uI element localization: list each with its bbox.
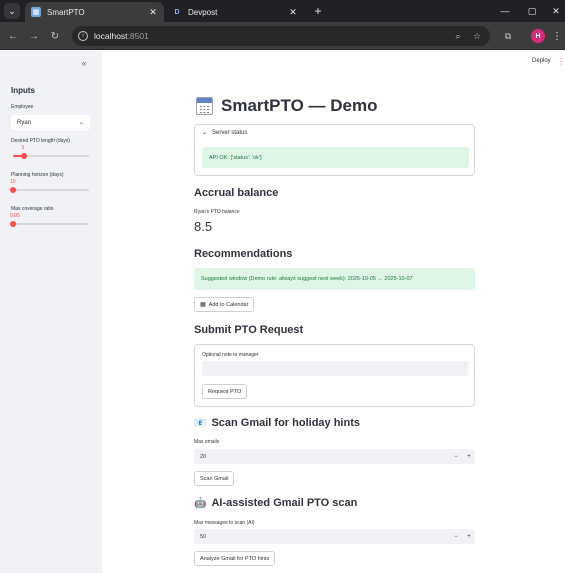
envelope-icon: 📧 bbox=[194, 417, 207, 429]
close-window-button[interactable]: ✕ bbox=[548, 3, 564, 19]
devpost-favicon-icon: D bbox=[174, 8, 180, 16]
scan-gmail-button[interactable]: Scan Gmail bbox=[194, 471, 235, 486]
slider-value: 3 bbox=[21, 145, 25, 151]
browser-toolbar: ← → ↻ i localhost:8501 ⌕ ☆ ⧉ H ⋮ bbox=[0, 22, 565, 50]
server-status-header[interactable]: ⌄ Server status bbox=[202, 129, 248, 137]
server-status-message: API OK: {'status': 'ok'} bbox=[202, 147, 469, 168]
manager-note-input[interactable] bbox=[202, 361, 469, 376]
sidebar-title: Inputs bbox=[11, 86, 35, 95]
calendar-icon: ▦ bbox=[200, 302, 206, 308]
gmail-scan-heading-text: Scan Gmail for holiday hints bbox=[211, 417, 360, 429]
request-pto-label: Request PTO bbox=[208, 388, 242, 395]
ai-scan-heading-text: AI-assisted Gmail PTO scan bbox=[211, 497, 358, 509]
accrual-heading: Accrual balance bbox=[194, 187, 279, 199]
slider-value: 10 bbox=[10, 179, 16, 185]
max-messages-label: Max messages to scan (AI) bbox=[194, 520, 255, 526]
main-content: Deploy ⋮ SmartPTO — Demo ⌄ Server status… bbox=[102, 51, 565, 573]
tab-label: Devpost bbox=[188, 7, 218, 17]
url-port: :8501 bbox=[127, 31, 149, 41]
tab-smartpto[interactable]: ▦ SmartPTO ✕ bbox=[25, 2, 164, 22]
max-emails-input[interactable]: 20 − + bbox=[194, 449, 475, 464]
slider-thumb[interactable] bbox=[10, 221, 16, 227]
deploy-button[interactable]: Deploy bbox=[532, 58, 551, 64]
max-messages-value: 50 bbox=[200, 533, 207, 540]
new-tab-button[interactable]: + bbox=[310, 3, 326, 19]
gmail-scan-heading: 📧 Scan Gmail for holiday hints bbox=[194, 417, 360, 429]
ai-scan-heading: 🤖 AI-assisted Gmail PTO scan bbox=[194, 497, 357, 509]
employee-select-value: Ryan bbox=[17, 119, 32, 126]
recommendation-message: Suggested window (Demo rule: always sugg… bbox=[194, 268, 475, 290]
analyze-gmail-button[interactable]: Analyze Gmail for PTO hints bbox=[194, 551, 276, 566]
page-title-text: SmartPTO — Demo bbox=[221, 96, 378, 115]
extensions-icon[interactable]: ⧉ bbox=[500, 28, 516, 44]
tab-label: SmartPTO bbox=[47, 7, 85, 17]
sidebar: « Inputs Employee Ryan ⌄ Desired PTO len… bbox=[0, 51, 102, 573]
back-arrow-icon[interactable]: ← bbox=[5, 28, 21, 44]
request-pto-button[interactable]: Request PTO bbox=[202, 384, 248, 399]
address-bar[interactable]: i localhost:8501 bbox=[72, 26, 490, 46]
slider-value: 0.05 bbox=[10, 213, 20, 219]
tab-close-icon[interactable]: ✕ bbox=[287, 7, 299, 18]
chevron-down-icon: ⌄ bbox=[202, 130, 208, 136]
max-coverage-label: Max coverage ratio bbox=[11, 206, 54, 212]
employee-label: Employee bbox=[11, 104, 34, 110]
max-emails-label: Max emails bbox=[194, 439, 220, 445]
scan-gmail-label: Scan Gmail bbox=[200, 475, 229, 482]
max-messages-input[interactable]: 50 − + bbox=[194, 529, 475, 544]
reload-icon[interactable]: ↻ bbox=[47, 28, 63, 44]
zoom-icon[interactable]: ⌕ bbox=[450, 28, 466, 44]
slider-track bbox=[13, 223, 89, 225]
browser-tab-bar: ⌄ ▦ SmartPTO ✕ D Devpost ✕ + — ▢ ✕ bbox=[0, 0, 565, 22]
increment-button[interactable]: + bbox=[463, 449, 475, 464]
add-to-calendar-button[interactable]: ▦ Add to Calendar bbox=[194, 297, 255, 312]
browser-menu-icon[interactable]: ⋮ bbox=[552, 28, 562, 44]
decrement-button[interactable]: − bbox=[450, 449, 462, 464]
collapse-sidebar-button[interactable]: « bbox=[78, 58, 90, 68]
max-coverage-slider[interactable]: 0.05 bbox=[10, 213, 89, 228]
profile-avatar[interactable]: H bbox=[531, 29, 545, 43]
calendar-icon bbox=[196, 97, 213, 115]
minimize-window-button[interactable]: — bbox=[497, 3, 513, 19]
pto-balance-value: 8.5 bbox=[194, 219, 213, 234]
calendar-favicon-icon: ▦ bbox=[31, 7, 41, 17]
analyze-gmail-label: Analyze Gmail for PTO hints bbox=[200, 555, 270, 562]
pto-request-form: Optional note to manager Request PTO bbox=[194, 344, 475, 407]
decrement-button[interactable]: − bbox=[450, 529, 462, 544]
planning-horizon-slider[interactable]: 10 bbox=[10, 179, 89, 194]
recommendations-heading: Recommendations bbox=[194, 248, 293, 260]
pto-length-label: Desired PTO length (days) bbox=[11, 138, 71, 144]
app-menu-icon[interactable]: ⋮ bbox=[557, 57, 565, 66]
tab-close-icon[interactable]: ✕ bbox=[147, 7, 159, 18]
page-title: SmartPTO — Demo bbox=[196, 96, 378, 116]
chevron-down-icon: ⌄ bbox=[78, 120, 84, 126]
forward-arrow-icon[interactable]: → bbox=[26, 28, 42, 44]
server-status-label: Server status bbox=[212, 129, 248, 136]
submit-pto-heading: Submit PTO Request bbox=[194, 324, 304, 336]
slider-track bbox=[13, 189, 89, 191]
maximize-window-button[interactable]: ▢ bbox=[524, 3, 540, 19]
planning-horizon-label: Planning horizon (days) bbox=[11, 172, 64, 178]
server-status-expander: ⌄ Server status API OK: {'status': 'ok'} bbox=[194, 124, 475, 176]
bookmark-star-icon[interactable]: ☆ bbox=[469, 28, 485, 44]
employee-select[interactable]: Ryan ⌄ bbox=[11, 115, 90, 130]
pto-length-slider[interactable]: 3 bbox=[13, 145, 89, 160]
site-info-icon[interactable]: i bbox=[78, 31, 88, 41]
add-to-calendar-label: Add to Calendar bbox=[208, 301, 249, 308]
tab-search-button[interactable]: ⌄ bbox=[4, 3, 20, 19]
max-emails-value: 20 bbox=[200, 453, 207, 460]
robot-icon: 🤖 bbox=[194, 497, 207, 509]
note-label: Optional note to manager bbox=[202, 352, 259, 358]
increment-button[interactable]: + bbox=[463, 529, 475, 544]
pto-balance-label: Ryan's PTO balance bbox=[194, 209, 240, 215]
tab-devpost[interactable]: D Devpost ✕ bbox=[166, 2, 304, 22]
slider-thumb[interactable] bbox=[21, 153, 28, 159]
url-host: localhost bbox=[94, 31, 128, 41]
slider-thumb[interactable] bbox=[10, 187, 16, 193]
